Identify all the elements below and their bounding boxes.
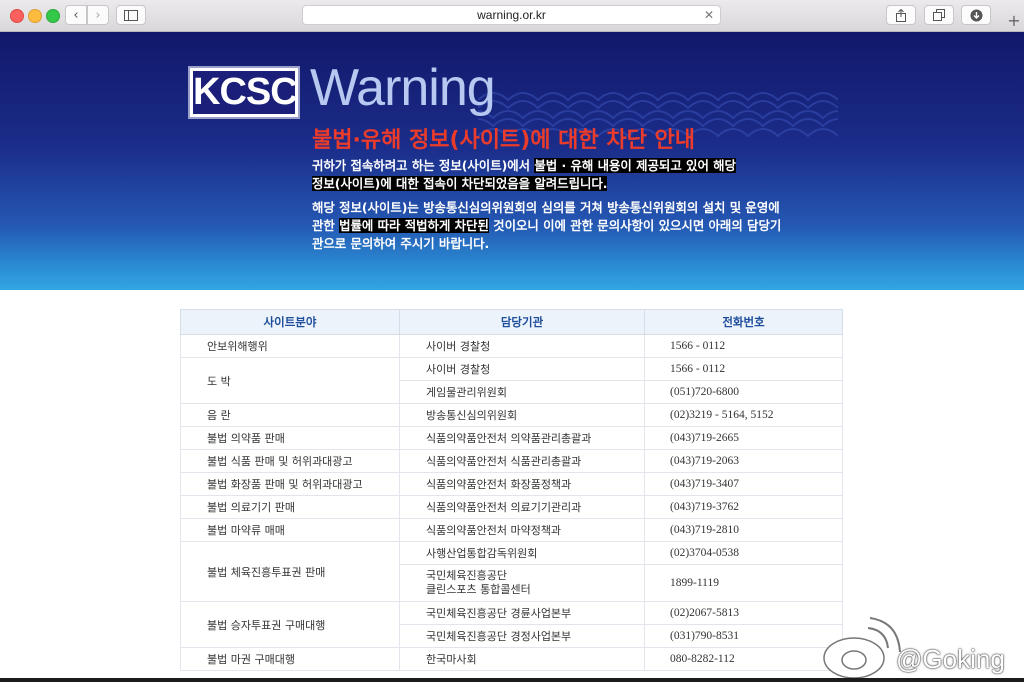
table-row: 불법 체육진흥투표권 판매 사행산업통합감독위원회 (02)3704-0538 [180,541,843,602]
table-row: 불법 의료기기 판매 식품의약품안전처 의료기기관리과 (043)719-376… [180,495,843,519]
agency-cell: 국민체육진흥공단 경정사업본부 [399,624,645,648]
field-cell: 불법 의료기기 판매 [180,495,400,519]
table-row: 도 박 사이버 경찰청 1566 - 0112 [180,357,843,404]
phone-cell: (02)3704-0538 [644,541,843,565]
share-button[interactable] [886,5,916,25]
kcsc-logo: KCSC [188,66,300,119]
url-text: warning.or.kr [477,8,546,22]
highlighted-text: 정보(사이트)에 대한 접속이 차단되었음을 알려드립니다. [312,176,608,191]
agency-cell: 사이버 경찰청 [399,334,645,358]
forward-button[interactable]: › [87,5,109,25]
agency-cell: 게임물관리위원회 [399,380,645,404]
field-cell: 불법 식품 판매 및 허위과대광고 [180,449,400,473]
highlighted-text: 불법 · 유해 내용이 제공되고 있어 해당 [534,158,736,173]
field-cell: 불법 의약품 판매 [180,426,400,450]
agency-cell: 식품의약품안전처 의약품관리총괄과 [399,426,645,450]
download-icon [970,9,982,21]
table-row: 안보위해행위 사이버 경찰청 1566 - 0112 [180,334,843,358]
table-header-row: 사이트분야 담당기관 전화번호 [180,309,843,335]
field-cell: 불법 화장품 판매 및 허위과대광고 [180,472,400,496]
table-row: 불법 화장품 판매 및 허위과대광고 식품의약품안전처 화장품정책과 (043)… [180,472,843,496]
agency-cell: 방송통신심의위원회 [399,403,645,427]
close-window-button[interactable] [10,9,24,23]
phone-cell: (043)719-2810 [644,518,843,542]
field-cell: 불법 체육진흥투표권 판매 [180,541,400,602]
column-header: 전화번호 [644,309,843,335]
table-row: 불법 의약품 판매 식품의약품안전처 의약품관리총괄과 (043)719-266… [180,426,843,450]
kcsc-logo-text: KCSC [193,71,298,114]
phone-cell: 1899-1119 [644,564,843,602]
column-header: 사이트분야 [180,309,400,335]
minimize-window-button[interactable] [28,9,42,23]
table-row: 음 란 방송통신심의위원회 (02)3219 - 5164, 5152 [180,403,843,427]
field-cell: 도 박 [180,357,400,404]
agency-line: 국민체육진흥공단 [426,569,507,582]
agency-cell: 식품의약품안전처 식품관리총괄과 [399,449,645,473]
address-bar[interactable]: warning.or.kr ✕ [302,5,721,25]
show-tabs-button[interactable] [924,5,954,25]
table-row: 불법 승자투표권 구매대행 국민체육진흥공단 경륜사업본부 (02)2067-5… [180,601,843,648]
contact-table: 사이트분야 담당기관 전화번호 안보위해행위 사이버 경찰청 1566 - 01… [180,309,843,671]
highlighted-text: 법률에 따라 적법하게 차단된 [339,218,489,233]
warning-heading: Warning [310,59,496,117]
sidebar-icon [124,9,138,21]
column-header: 담당기관 [399,309,645,335]
phone-cell: 080-8282-112 [644,647,843,671]
table-row: 불법 마권 구매대행 한국마사회 080-8282-112 [180,647,843,671]
field-cell: 불법 마권 구매대행 [180,647,400,671]
phone-cell: 1566 - 0112 [644,334,843,358]
watermark-text: @Goking [896,644,1005,674]
share-icon [896,8,906,22]
notice-paragraph-1: 귀하가 접속하려고 하는 정보(사이트)에서 불법 · 유해 내용이 제공되고 … [312,157,792,193]
phone-cell: (043)719-2665 [644,426,843,450]
field-cell: 음 란 [180,403,400,427]
agency-cell: 식품의약품안전처 의료기기관리과 [399,495,645,519]
field-cell: 안보위해행위 [180,334,400,358]
phone-cell: (043)719-2063 [644,449,843,473]
field-cell: 불법 마약류 매매 [180,518,400,542]
sidebar-button[interactable] [116,5,146,25]
table-row: 불법 식품 판매 및 허위과대광고 식품의약품안전처 식품관리총괄과 (043)… [180,449,843,473]
agency-cell: 사행산업통합감독위원회 [399,541,645,565]
field-cell: 불법 승자투표권 구매대행 [180,601,400,648]
agency-cell: 국민체육진흥공단 클린스포츠 통합콜센터 [399,564,645,602]
notice-paragraph-2: 해당 정보(사이트)는 방송통신심의위원회의 심의를 거쳐 방송통신위원회의 설… [312,199,792,253]
agency-cell: 한국마사회 [399,647,645,671]
phone-cell: (02)2067-5813 [644,601,843,625]
phone-cell: (051)720-6800 [644,380,843,404]
back-chevron-icon: ‹ [73,7,79,23]
phone-cell: 1566 - 0112 [644,357,843,381]
phone-cell: (043)719-3407 [644,472,843,496]
phone-cell: (02)3219 - 5164, 5152 [644,403,843,427]
forward-chevron-icon: › [95,7,101,23]
agency-cell: 식품의약품안전처 마약정책과 [399,518,645,542]
agency-line: 클린스포츠 통합콜센터 [426,583,531,596]
browser-toolbar: ‹ › warning.or.kr ✕ + [0,0,1024,32]
agency-cell: 식품의약품안전처 화장품정책과 [399,472,645,496]
warning-banner: KCSC Warning 불법·유해 정보(사이트)에 대한 차단 안내 귀하가… [0,32,1024,290]
downloads-button[interactable] [961,5,991,25]
back-button[interactable]: ‹ [65,5,87,25]
agency-cell: 사이버 경찰청 [399,357,645,381]
phone-cell: (043)719-3762 [644,495,843,519]
zoom-window-button[interactable] [46,9,60,23]
new-tab-button[interactable]: + [1004,10,1024,30]
plus-icon: + [1007,10,1021,30]
page-title: 불법·유해 정보(사이트)에 대한 차단 안내 [312,128,695,153]
notice-text: 귀하가 접속하려고 하는 정보(사이트)에서 [312,158,535,173]
window-bottom-edge [0,678,1024,682]
close-icon[interactable]: ✕ [704,6,714,24]
phone-cell: (031)790-8531 [644,624,843,648]
tabs-icon [933,9,945,21]
agency-cell: 국민체육진흥공단 경륜사업본부 [399,601,645,625]
table-row: 불법 마약류 매매 식품의약품안전처 마약정책과 (043)719-2810 [180,518,843,542]
